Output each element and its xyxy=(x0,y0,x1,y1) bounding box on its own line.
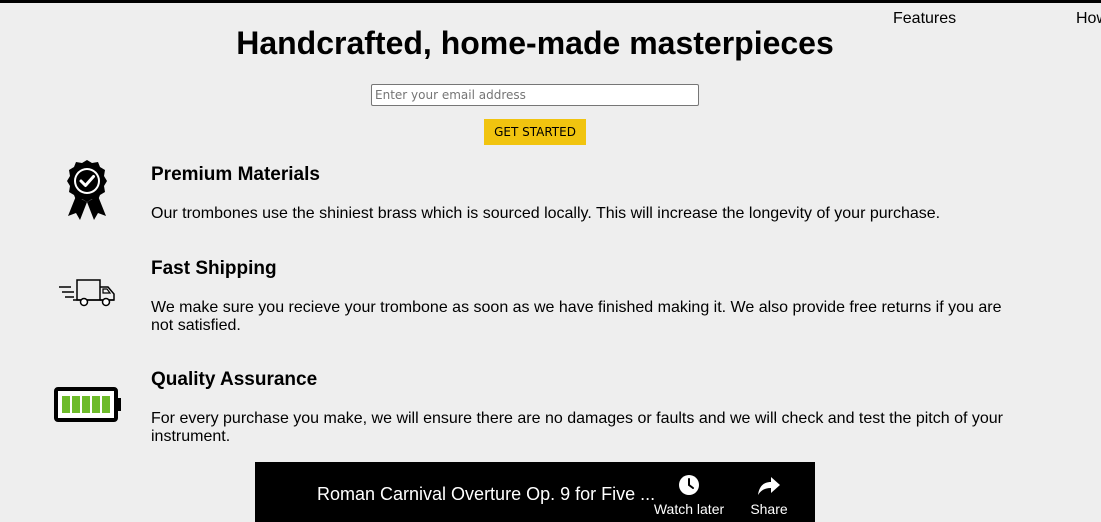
nav-link-how[interactable]: How xyxy=(1076,10,1101,28)
feature-title: Fast Shipping xyxy=(151,258,277,279)
feature-text: We make sure you recieve your trombone a… xyxy=(151,299,1002,334)
share-label: Share xyxy=(750,501,788,517)
feature-text: Our trombones use the shiniest brass whi… xyxy=(151,205,941,222)
clock-icon xyxy=(678,475,700,499)
page-title: Handcrafted, home-made masterpieces xyxy=(236,25,834,61)
delivery-truck-icon xyxy=(58,278,116,313)
watch-later-label: Watch later xyxy=(653,501,725,517)
email-field[interactable] xyxy=(371,84,699,106)
feature-title: Quality Assurance xyxy=(151,369,318,390)
video-embed[interactable]: Roman Carnival Overture Op. 9 for Five .… xyxy=(255,462,815,522)
share-arrow-icon xyxy=(757,477,781,499)
battery-full-icon xyxy=(54,387,122,428)
share-button[interactable]: Share xyxy=(745,474,793,517)
watch-later-button[interactable]: Watch later xyxy=(653,474,725,517)
video-title[interactable]: Roman Carnival Overture Op. 9 for Five .… xyxy=(317,484,655,505)
feature-title: Premium Materials xyxy=(151,164,320,185)
get-started-button[interactable]: GET STARTED xyxy=(484,119,586,145)
top-border xyxy=(0,0,1101,3)
award-ribbon-icon xyxy=(64,158,110,225)
feature-text: For every purchase you make, we will ens… xyxy=(151,410,1003,445)
